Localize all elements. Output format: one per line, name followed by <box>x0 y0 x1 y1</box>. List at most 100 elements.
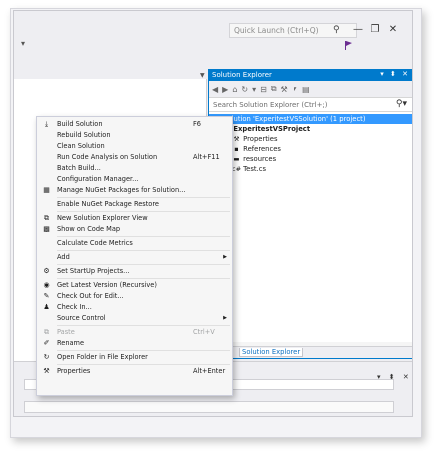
menu-item[interactable]: Source Control ▶ <box>37 313 232 324</box>
search-icon[interactable]: ⚲▾ <box>396 99 407 109</box>
menu-item-icon: ↻ <box>43 353 50 361</box>
menu-item-icon: ✐ <box>43 339 50 347</box>
menu-item-label: Calculate Code Metrics <box>57 239 133 247</box>
search-icon[interactable]: ⚲ <box>333 25 340 35</box>
explorer-tab-strip: plorer Solution Explorer <box>209 346 412 358</box>
toolbar-glyph-icon[interactable]: ▶ <box>222 85 228 94</box>
search-placeholder: Search Solution Explorer (Ctrl+;) <box>213 101 328 109</box>
feedback-flag-icon[interactable] <box>344 41 353 50</box>
tab-solution-explorer[interactable]: Solution Explorer <box>239 348 304 357</box>
menu-item-label: Paste <box>57 328 75 336</box>
menu-item[interactable]: ⧉ Paste Ctrl+V <box>37 327 232 338</box>
tree-item[interactable]: c# Test.cs <box>209 164 412 174</box>
close-icon[interactable]: ✕ <box>386 24 400 36</box>
chevron-down-icon[interactable]: ▼ <box>200 72 205 79</box>
menu-item-icon: ▩ <box>43 225 50 233</box>
menu-item-label: Enable NuGet Package Restore <box>57 200 159 208</box>
menu-item-icon: ♟ <box>43 303 50 311</box>
menu-item-label: Source Control <box>57 314 106 322</box>
scroll-left-icon: ▾ <box>21 39 26 48</box>
menu-separator <box>57 236 230 237</box>
menu-item[interactable]: ▦ Manage NuGet Packages for Solution... <box>37 185 232 196</box>
menu-separator <box>57 350 230 351</box>
menu-item[interactable]: ⤓ Build Solution F6 <box>37 119 232 130</box>
menu-item-label: Rebuild Solution <box>57 131 111 139</box>
toolbar-glyph-icon[interactable]: ⎖ <box>292 84 298 94</box>
menu-item[interactable]: Batch Build... <box>37 163 232 174</box>
menu-item-icon: ▦ <box>43 186 50 194</box>
menu-item-icon: ⚙ <box>43 267 50 275</box>
menu-item[interactable]: ◉ Get Latest Version (Recursive) <box>37 280 232 291</box>
menu-item-label: Batch Build... <box>57 164 101 172</box>
panel-pin-close-icons[interactable]: ▾ ⬍ ✕ <box>380 70 410 78</box>
menu-item[interactable]: Enable NuGet Package Restore <box>37 199 232 210</box>
tree-item[interactable]: ▣ Solution 'ExperitestVSSolution' (1 pro… <box>209 114 412 124</box>
menu-separator <box>57 364 230 365</box>
menu-item-shortcut: Alt+F11 <box>193 153 220 161</box>
menu-item[interactable]: ⚒ Properties Alt+Enter <box>37 366 232 377</box>
tree-item-label: ExperitestVSProject <box>233 125 311 133</box>
submenu-arrow-icon: ▶ <box>223 254 227 260</box>
tree-node-icon: ⚒ <box>233 135 240 143</box>
toolbar-glyph-icon[interactable]: ⧉ <box>271 84 277 94</box>
menu-item-label: Properties <box>57 367 91 375</box>
menu-separator <box>57 278 230 279</box>
menu-item-label: Run Code Analysis on Solution <box>57 153 158 161</box>
menu-item[interactable]: ✎ Check Out for Edit... <box>37 291 232 302</box>
menu-item[interactable]: Calculate Code Metrics <box>37 238 232 249</box>
toolbar-glyph-icon[interactable]: ⊟ <box>260 85 267 94</box>
menu-item-icon: ⧉ <box>44 328 49 336</box>
tree-node-icon: c# <box>232 165 242 173</box>
minimize-icon[interactable]: — <box>351 24 365 36</box>
menu-item[interactable]: ♟ Check In... <box>37 302 232 313</box>
menu-item[interactable]: Rebuild Solution <box>37 130 232 141</box>
menu-item[interactable]: Run Code Analysis on Solution Alt+F11 <box>37 152 232 163</box>
tree-item[interactable]: ⚒ Properties <box>209 134 412 144</box>
menu-item-icon: ✎ <box>43 292 50 300</box>
tree-item[interactable]: ▤ ExperitestVSProject <box>209 124 412 134</box>
toolbar-glyph-icon[interactable]: ▤ <box>302 85 310 94</box>
solution-explorer-search[interactable]: Search Solution Explorer (Ctrl+;) ⚲▾ <box>209 97 412 112</box>
menu-item-label: Check In... <box>57 303 92 311</box>
menu-item-label: Clean Solution <box>57 142 105 150</box>
menu-item[interactable]: ⚙ Set StartUp Projects... <box>37 266 232 277</box>
menu-item-label: Set StartUp Projects... <box>57 267 130 275</box>
tree-item-label: Solution 'ExperitestVSSolution' (1 proje… <box>223 115 366 123</box>
menu-item-shortcut: Ctrl+V <box>193 328 215 336</box>
toolbar-glyph-icon[interactable]: ⌂ <box>232 85 237 94</box>
menu-item-label: Configuration Manager... <box>57 175 139 183</box>
solution-explorer-titlebar: Solution Explorer ▾ ⬍ ✕ <box>209 70 412 81</box>
restore-icon[interactable]: ❐ <box>368 24 382 36</box>
menu-separator <box>57 211 230 212</box>
menu-item-label: Check Out for Edit... <box>57 292 124 300</box>
menu-item[interactable]: Add ▶ <box>37 252 232 263</box>
menu-item[interactable]: ⧉ New Solution Explorer View <box>37 213 232 224</box>
menu-item-icon: ◉ <box>43 281 50 289</box>
menu-separator <box>57 250 230 251</box>
menu-item[interactable]: ▩ Show on Code Map <box>37 224 232 235</box>
solution-explorer-panel: Solution Explorer ▾ ⬍ ✕ ◀ ▶ ⌂ ↻ ▾ ⊟ ⧉ ⚒ ⎖ ▤ Searc… <box>208 69 412 359</box>
tree-item[interactable]: ▪ References <box>209 144 412 154</box>
menu-separator <box>57 197 230 198</box>
menu-separator <box>57 325 230 326</box>
toolbar-glyph-icon[interactable]: ↻ <box>241 85 248 94</box>
menu-item-label: New Solution Explorer View <box>57 214 148 222</box>
menu-item[interactable]: ✐ Rename <box>37 338 232 349</box>
context-menu: ⤓ Build Solution F6 Rebuild Solution Clean S… <box>36 116 233 396</box>
menu-item-label: Rename <box>57 339 85 347</box>
tree-item-label: Properties <box>243 135 278 143</box>
menu-separator <box>57 264 230 265</box>
solution-explorer-title: Solution Explorer <box>212 71 272 79</box>
menu-item[interactable]: Configuration Manager... <box>37 174 232 185</box>
menu-item[interactable]: Clean Solution <box>37 141 232 152</box>
toolbar-glyph-icon[interactable]: ⚒ <box>281 85 288 94</box>
menu-item-label: Open Folder in File Explorer <box>57 353 148 361</box>
tree-node-icon: ▬ <box>233 155 240 163</box>
toolbar-glyph-icon[interactable]: ▾ <box>252 85 256 94</box>
solution-tree: ▣ Solution 'ExperitestVSSolution' (1 pro… <box>209 112 412 342</box>
tree-item-label: resources <box>243 155 277 163</box>
menu-item[interactable]: ↻ Open Folder in File Explorer <box>37 352 232 363</box>
tree-item[interactable]: ▬ resources <box>209 154 412 164</box>
menu-item-icon: ⧉ <box>44 214 49 222</box>
toolbar-glyph-icon[interactable]: ◀ <box>212 85 218 94</box>
